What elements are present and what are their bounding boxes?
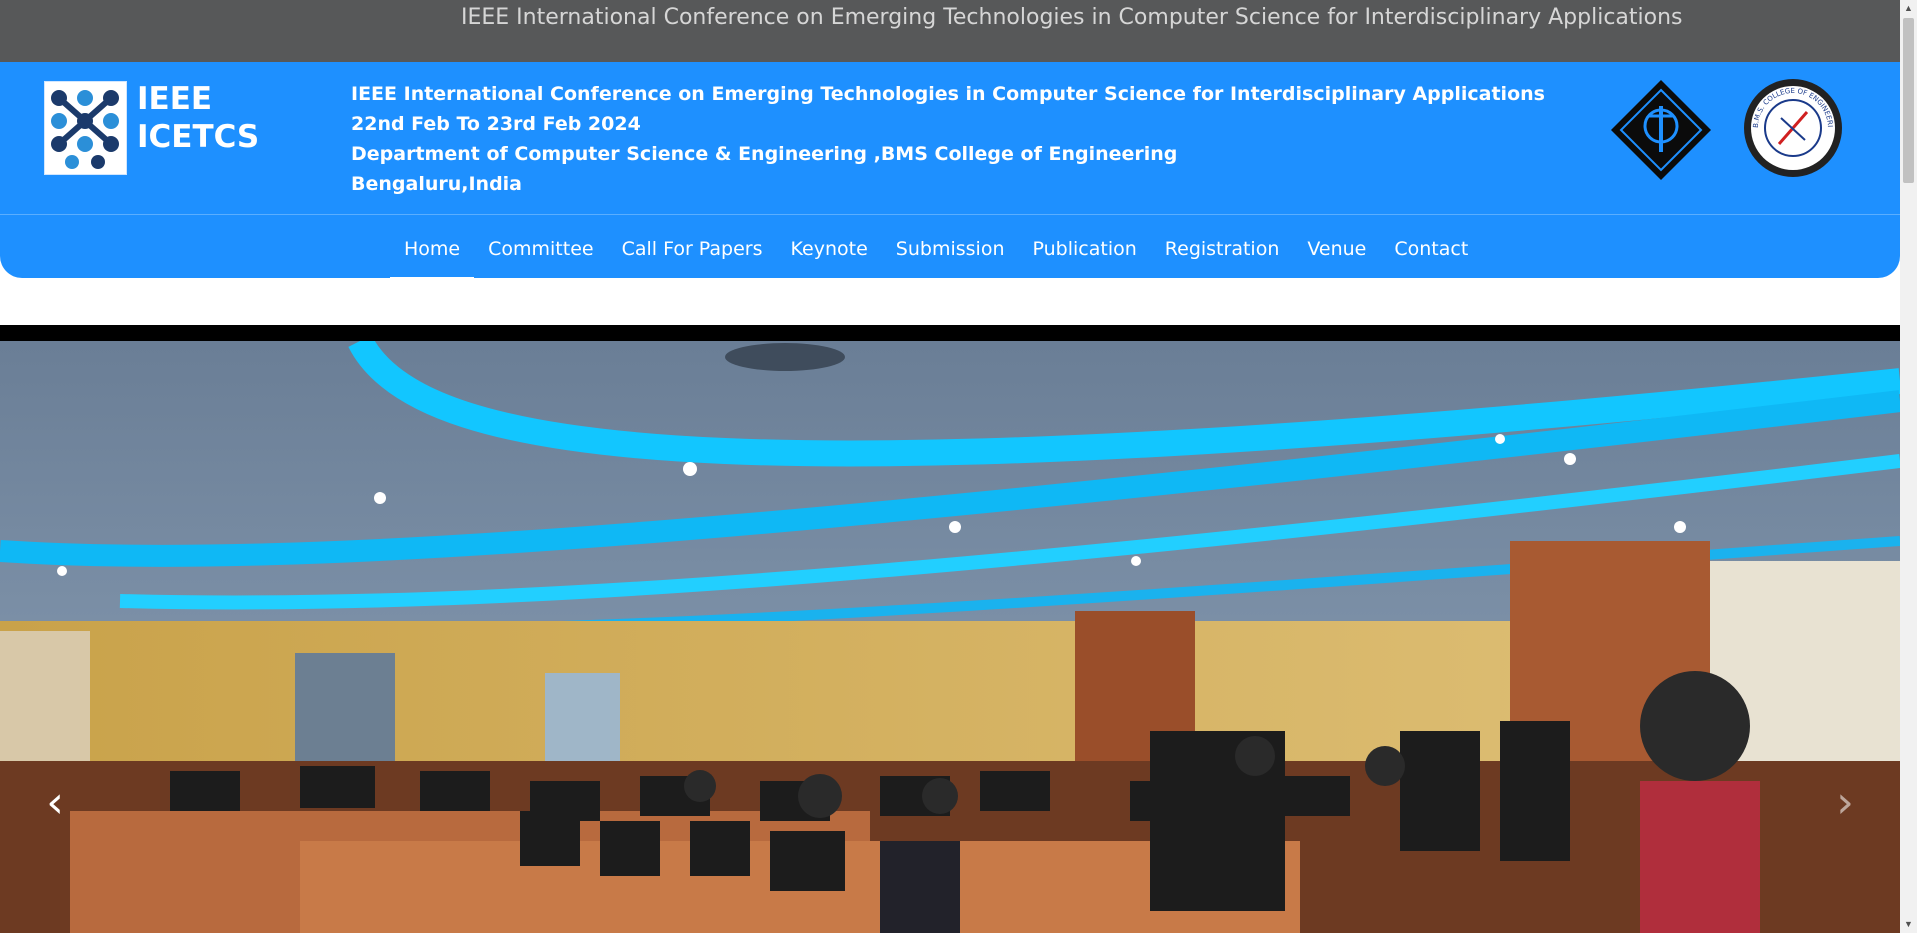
main-nav: Home Committee Call For Papers Keynote S…	[390, 224, 1482, 280]
brand-line-ieee: IEEE	[137, 81, 213, 117]
hero-image-lab	[0, 341, 1900, 933]
conference-title: IEEE International Conference on Emergin…	[351, 83, 1545, 105]
nav-publication[interactable]: Publication	[1019, 224, 1151, 280]
nav-keynote[interactable]: Keynote	[777, 224, 882, 280]
ieee-diamond-icon	[1611, 80, 1711, 180]
brand-name[interactable]: IEEE ICETCS	[137, 80, 259, 156]
top-announcement-bar: IEEE International Conference on Emergin…	[0, 0, 1900, 62]
header-divider	[0, 214, 1900, 215]
conference-department: Department of Computer Science & Enginee…	[351, 143, 1178, 165]
scroll-up-arrow-icon[interactable]: ▲	[1900, 0, 1917, 17]
nav-submission[interactable]: Submission	[882, 224, 1019, 280]
network-logo-icon	[45, 82, 126, 174]
bms-seal-icon: B.M.S. COLLEGE OF ENGINEERING	[1740, 72, 1842, 177]
icetcs-logo[interactable]	[44, 81, 127, 175]
ieee-logo[interactable]	[1609, 78, 1713, 182]
hero-carousel-slide	[0, 341, 1900, 933]
nav-home[interactable]: Home	[390, 224, 475, 280]
nav-registration[interactable]: Registration	[1151, 224, 1294, 280]
brand-line-icetcs: ICETCS	[137, 119, 260, 155]
conference-dates: 22nd Feb To 23rd Feb 2024	[351, 113, 641, 135]
nav-venue[interactable]: Venue	[1293, 224, 1380, 280]
nav-committee[interactable]: Committee	[474, 224, 607, 280]
scroll-down-arrow-icon[interactable]: ▼	[1900, 916, 1917, 933]
nav-call-for-papers[interactable]: Call For Papers	[608, 224, 777, 280]
conference-location: Bengaluru,India	[351, 173, 522, 195]
nav-contact[interactable]: Contact	[1380, 224, 1482, 280]
announcement-marquee: IEEE International Conference on Emergin…	[461, 5, 1683, 30]
hero-top-strip	[0, 325, 1900, 341]
carousel-next-button[interactable]: ›	[1830, 780, 1860, 826]
carousel-prev-button[interactable]: ‹	[40, 780, 70, 826]
site-header: IEEE ICETCS IEEE International Conferenc…	[0, 62, 1900, 280]
bms-college-logo[interactable]: B.M.S. COLLEGE OF ENGINEERING	[1740, 72, 1843, 178]
conference-info: IEEE International Conference on Emergin…	[351, 79, 1545, 199]
scroll-thumb[interactable]	[1903, 18, 1914, 183]
page-scrollbar[interactable]: ▲ ▼	[1900, 0, 1917, 933]
